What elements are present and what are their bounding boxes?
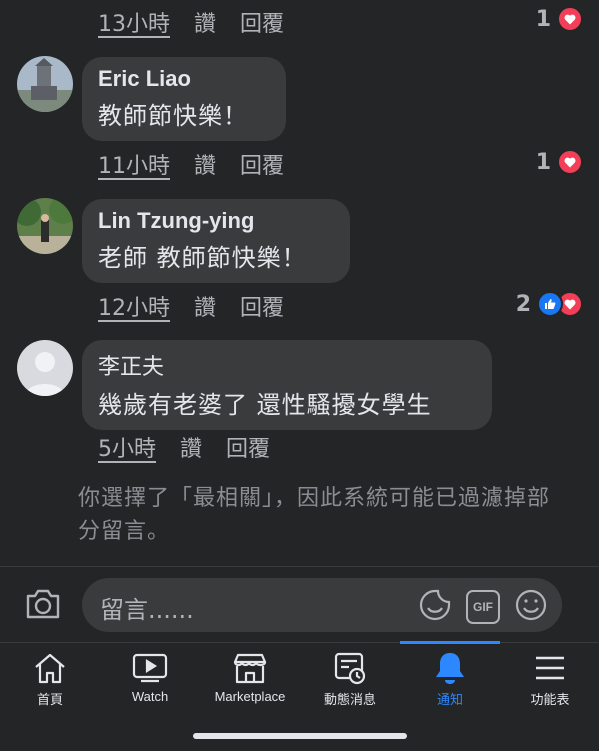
tab-label: 首頁	[36, 692, 63, 707]
avatar[interactable]	[17, 198, 73, 254]
comment-input[interactable]: 留言...... GIF	[82, 578, 562, 632]
reaction-summary[interactable]: 1	[536, 149, 583, 175]
tab-label: Marketplace	[214, 689, 286, 704]
like-link[interactable]: 讚	[180, 431, 202, 463]
timestamp-link[interactable]: 5小時	[98, 431, 156, 463]
comment-meta: 5小時 讚 回覆	[98, 431, 270, 463]
reaction-summary[interactable]: 2	[516, 291, 583, 317]
news-feed-icon	[333, 651, 367, 685]
watch-icon	[132, 651, 168, 685]
comment-placeholder: 留言......	[100, 596, 194, 624]
reply-link[interactable]: 回覆	[240, 290, 284, 322]
reaction-count: 1	[535, 6, 551, 32]
sticker-icon[interactable]	[418, 588, 452, 626]
comment-meta: 12小時 讚 回覆	[98, 290, 284, 322]
active-tab-indicator	[400, 641, 500, 644]
gif-icon[interactable]: GIF	[466, 590, 500, 624]
comment-bubble: 李正夫 幾歲有老婆了 還性騷擾女學生	[82, 340, 492, 430]
tab-marketplace[interactable]: Marketplace	[200, 643, 300, 713]
tab-label: 功能表	[530, 692, 570, 707]
tab-notifications[interactable]: 通知	[400, 641, 500, 713]
tab-menu[interactable]: 功能表	[500, 643, 599, 713]
reaction-count: 1	[535, 149, 551, 175]
thumbs-up-icon	[537, 291, 563, 317]
emoji-icon[interactable]	[514, 588, 548, 626]
like-link[interactable]: 讚	[194, 6, 216, 38]
comment-text: 教師節快樂！	[98, 102, 248, 130]
reply-link[interactable]: 回覆	[240, 148, 284, 180]
comment-text: 幾歲有老婆了 還性騷擾女學生	[98, 391, 432, 419]
heart-icon	[557, 6, 583, 32]
camera-icon[interactable]	[24, 587, 62, 625]
tab-label: 動態消息	[323, 692, 376, 707]
timestamp-link[interactable]: 12小時	[98, 290, 170, 322]
heart-icon	[557, 149, 583, 175]
tab-label: Watch	[131, 689, 169, 704]
comment-text: 老師 教師節快樂！	[98, 244, 307, 272]
home-indicator[interactable]	[193, 733, 407, 739]
filter-notice: 你選擇了「最相關」，因此系統可能已過濾掉部分留言。	[78, 486, 551, 544]
comment-composer: 留言...... GIF	[0, 566, 599, 643]
commenter-name[interactable]: 李正夫	[98, 349, 476, 381]
gif-label: GIF	[473, 600, 493, 614]
like-link[interactable]: 讚	[194, 290, 216, 322]
commenter-name[interactable]: Eric Liao	[98, 66, 270, 92]
default-avatar[interactable]	[17, 340, 73, 396]
comment-bubble: Lin Tzung-ying 老師 教師節快樂！	[82, 199, 350, 283]
bell-icon	[434, 651, 466, 685]
commenter-name[interactable]: Lin Tzung-ying	[98, 208, 334, 234]
reaction-count: 2	[515, 291, 531, 317]
reaction-summary[interactable]: 1	[536, 6, 583, 32]
tab-home[interactable]: 首頁	[0, 643, 100, 713]
avatar[interactable]	[17, 56, 73, 112]
tab-label: 通知	[436, 692, 463, 707]
menu-icon	[534, 651, 566, 685]
like-link[interactable]: 讚	[194, 148, 216, 180]
comment-meta-top: 13小時 讚 回覆	[98, 6, 284, 38]
home-icon	[33, 651, 67, 685]
timestamp-link[interactable]: 13小時	[98, 6, 170, 38]
comment-meta: 11小時 讚 回覆	[98, 148, 284, 180]
comment-bubble: Eric Liao 教師節快樂！	[82, 57, 286, 141]
reply-link[interactable]: 回覆	[240, 6, 284, 38]
timestamp-link[interactable]: 11小時	[98, 148, 170, 180]
reply-link[interactable]: 回覆	[226, 431, 270, 463]
tab-news-feed[interactable]: 動態消息	[300, 643, 400, 713]
marketplace-icon	[232, 651, 268, 685]
tab-watch[interactable]: Watch	[100, 643, 200, 713]
